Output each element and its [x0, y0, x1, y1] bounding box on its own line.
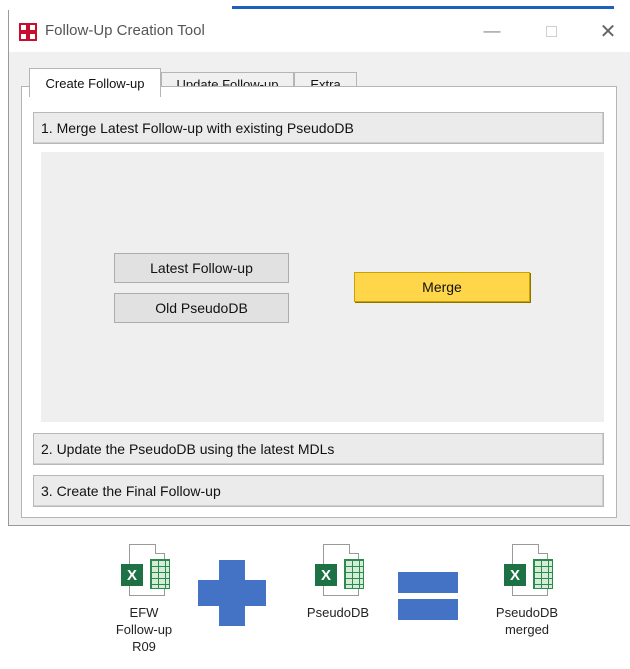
equals-icon	[398, 572, 458, 593]
minimize-icon: —	[483, 21, 501, 40]
excel-file-icon: X	[315, 544, 364, 600]
file-label: EFW Follow-up R09	[115, 605, 173, 654]
file-label: PseudoDB	[306, 605, 370, 620]
heading-underline	[232, 6, 614, 9]
plus-icon-vertical	[219, 560, 245, 626]
file-label: PseudoDB merged	[495, 605, 559, 637]
button-label: Old PseudoDB	[155, 300, 248, 316]
section-3-create-button[interactable]: 3. Create the Final Follow-up	[33, 475, 604, 507]
excel-file-icon: X	[504, 544, 553, 600]
minimize-button[interactable]: —	[479, 18, 505, 44]
tab-label: Create Follow-up	[45, 75, 145, 91]
app-logo-icon	[19, 23, 37, 41]
file-pseudodb-merged: X PseudoDB merged	[477, 544, 577, 638]
button-label: Latest Follow-up	[150, 260, 253, 276]
section-label: 2. Update the PseudoDB using the latest …	[41, 441, 335, 457]
underlined-heading-fragment	[0, 0, 630, 10]
title-bar: Follow-Up Creation Tool — ✕	[9, 10, 630, 52]
file-efw-follow-up: X EFW Follow-up R09	[100, 544, 188, 655]
tab-create-follow-up[interactable]: Create Follow-up	[29, 68, 161, 97]
maximize-button[interactable]	[538, 18, 564, 44]
merge-button[interactable]: Merge	[354, 272, 530, 302]
section-1-merge-button[interactable]: 1. Merge Latest Follow-up with existing …	[33, 112, 604, 144]
file-pseudodb: X PseudoDB	[294, 544, 382, 621]
section-label: 1. Merge Latest Follow-up with existing …	[41, 120, 354, 136]
close-button[interactable]: ✕	[595, 18, 621, 44]
equals-icon-lower	[398, 599, 458, 620]
section-2-update-button[interactable]: 2. Update the PseudoDB using the latest …	[33, 433, 604, 465]
section-label: 3. Create the Final Follow-up	[41, 483, 221, 499]
button-label: Merge	[422, 279, 462, 295]
old-pseudodb-button[interactable]: Old PseudoDB	[114, 293, 289, 323]
latest-follow-up-button[interactable]: Latest Follow-up	[114, 253, 289, 283]
maximize-icon	[545, 25, 557, 37]
window-title: Follow-Up Creation Tool	[45, 22, 205, 39]
close-icon: ✕	[599, 20, 617, 43]
excel-file-icon: X	[121, 544, 170, 600]
